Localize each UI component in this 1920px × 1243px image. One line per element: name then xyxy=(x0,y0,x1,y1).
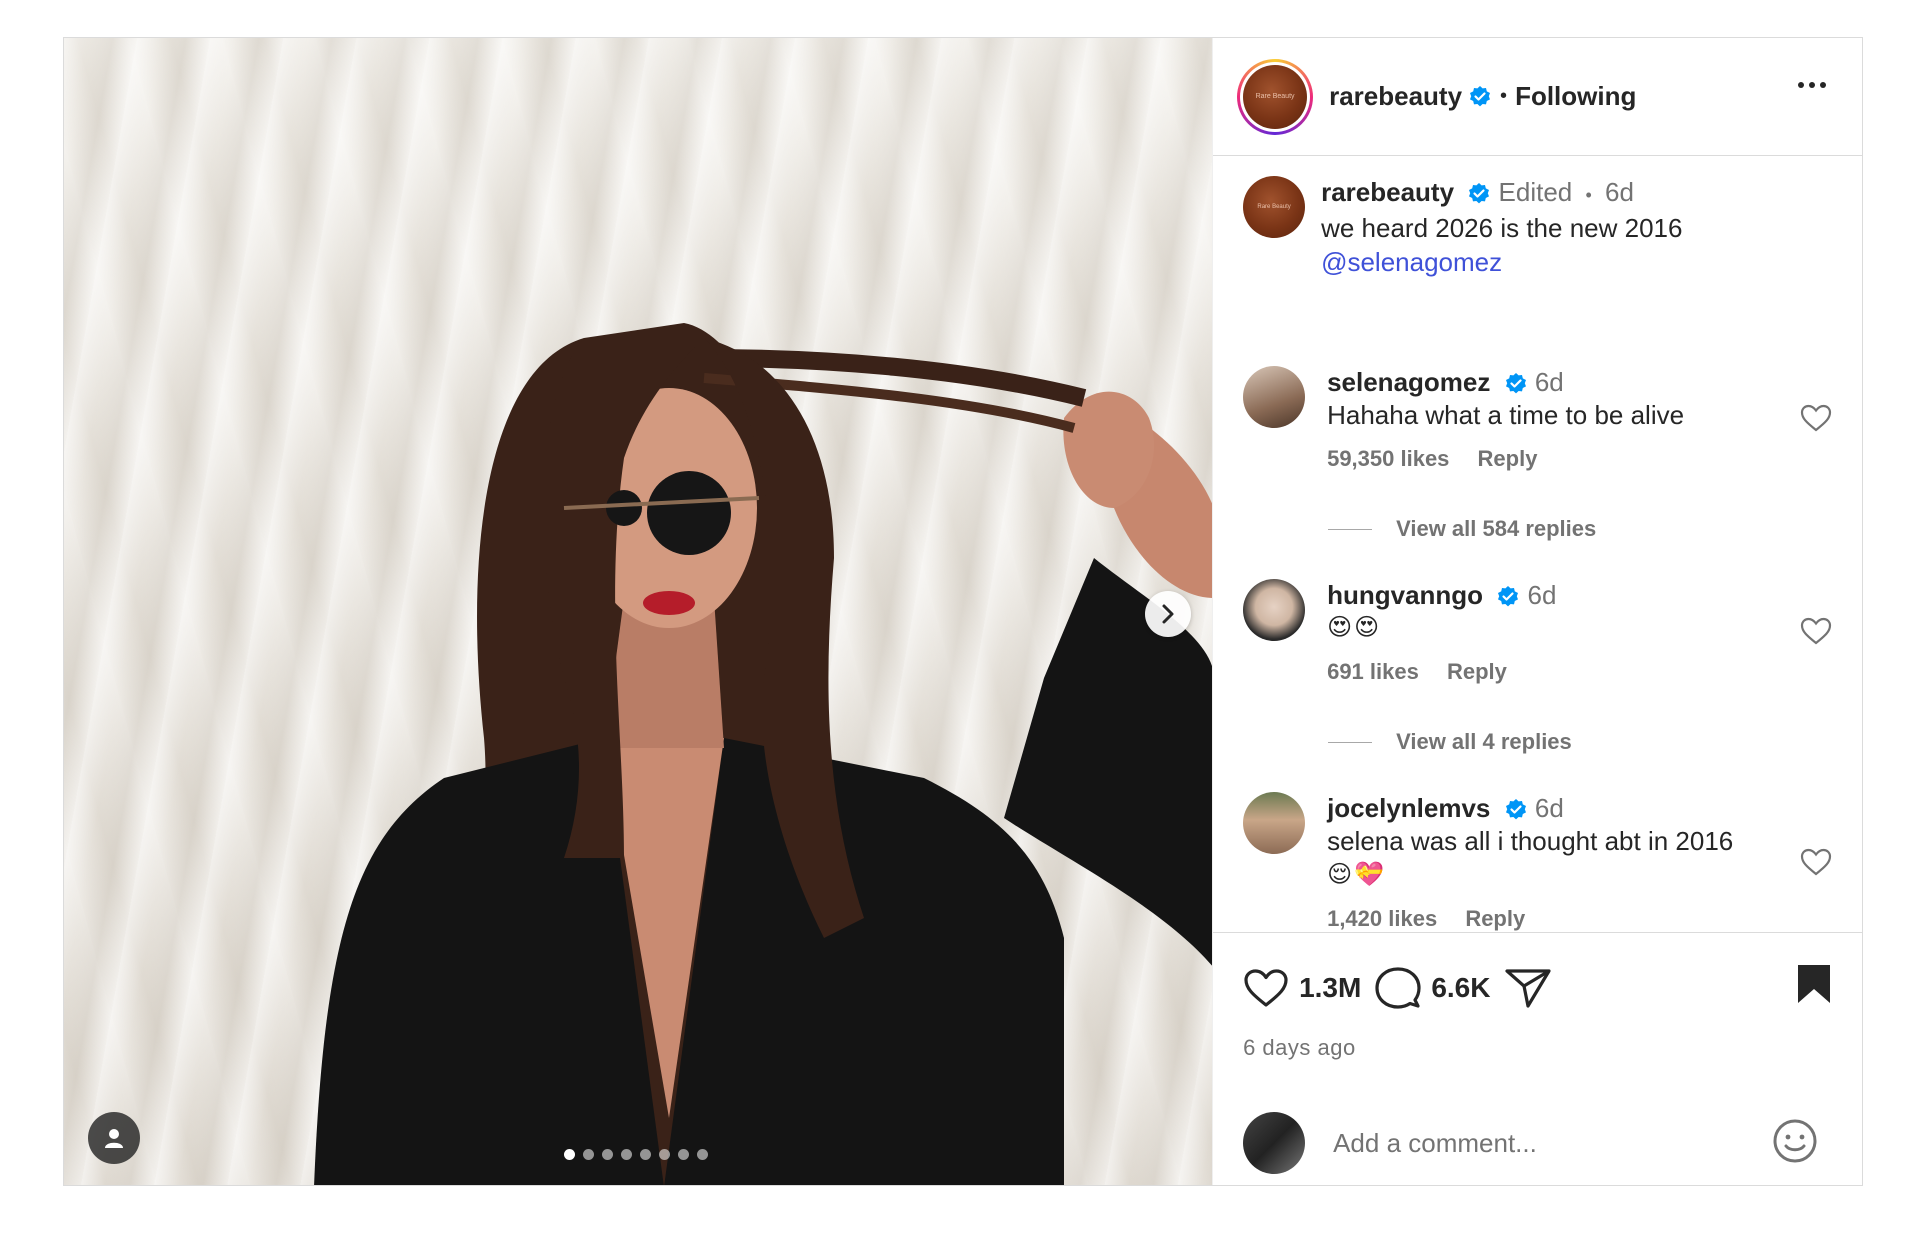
reply-button[interactable]: Reply xyxy=(1465,906,1525,931)
carousel-dot xyxy=(697,1149,708,1160)
comment-username[interactable]: hungvanngo xyxy=(1327,580,1483,610)
comment-time: 6d xyxy=(1534,793,1564,823)
caption-time: 6d xyxy=(1605,177,1634,207)
header-separator: • xyxy=(1500,85,1508,107)
view-replies-button[interactable]: View all 4 replies xyxy=(1328,729,1572,755)
following-button[interactable]: Following xyxy=(1515,81,1636,112)
action-bar: 1.3M 6.6K xyxy=(1213,933,1862,1013)
post-card: Rare Beauty rarebeauty • Following Rare … xyxy=(63,37,1863,1186)
carousel-dot xyxy=(621,1149,632,1160)
avatar[interactable] xyxy=(1243,579,1306,641)
comment-likes[interactable]: 691 likes xyxy=(1327,659,1419,684)
comment-time: 6d xyxy=(1527,580,1557,610)
comments-list: Rare Beauty rarebeauty Edited • 6d we he… xyxy=(1213,156,1862,956)
carousel-dot xyxy=(678,1149,689,1160)
bookmark-icon xyxy=(1798,965,1830,1003)
heart-icon[interactable] xyxy=(1800,848,1832,876)
share-button[interactable] xyxy=(1504,967,1552,1009)
like-count[interactable]: 1.3M xyxy=(1299,972,1361,1004)
verified-badge-icon xyxy=(1498,586,1519,607)
post-header: Rare Beauty rarebeauty • Following xyxy=(1213,38,1862,156)
emoji-button[interactable] xyxy=(1772,1118,1818,1169)
carousel-dot xyxy=(602,1149,613,1160)
post-side-panel: Rare Beauty rarebeauty • Following Rare … xyxy=(1212,38,1862,1185)
post-footer: 1.3M 6.6K 6 days ago Add a comment... xyxy=(1213,932,1862,1174)
next-slide-button[interactable] xyxy=(1145,591,1191,637)
heart-icon[interactable] xyxy=(1800,617,1832,645)
carousel-dot xyxy=(640,1149,651,1160)
verified-badge-icon xyxy=(1469,183,1490,204)
edited-label: Edited xyxy=(1498,177,1573,207)
comment-time: 6d xyxy=(1534,367,1564,397)
caption-mention[interactable]: @selenagomez xyxy=(1321,245,1772,279)
comment-composer xyxy=(1213,1103,1862,1183)
comment-icon xyxy=(1375,967,1421,1009)
story-ring[interactable]: Rare Beauty xyxy=(1237,58,1314,135)
comment-username[interactable]: jocelynlemvs xyxy=(1327,793,1490,823)
view-replies-button[interactable]: View all 584 replies xyxy=(1328,516,1596,542)
heart-icon xyxy=(1244,969,1288,1007)
emoji-icon xyxy=(1773,1119,1817,1162)
user-tag-icon xyxy=(105,1129,123,1148)
comment-input[interactable] xyxy=(1331,1126,1756,1160)
author-username[interactable]: rarebeauty xyxy=(1329,81,1462,112)
avatar[interactable] xyxy=(1243,1112,1306,1174)
post-photo xyxy=(314,323,1213,1185)
verified-badge-icon xyxy=(1505,373,1526,394)
carousel-dot xyxy=(583,1149,594,1160)
tagged-users-button[interactable] xyxy=(88,1112,140,1164)
view-replies-label: View all 4 replies xyxy=(1396,729,1572,754)
avatar[interactable]: Rare Beauty xyxy=(1243,176,1306,238)
comment-likes[interactable]: 1,420 likes xyxy=(1327,906,1437,931)
save-button[interactable] xyxy=(1796,963,1832,1010)
view-replies-label: View all 584 replies xyxy=(1396,516,1597,541)
comment-text: 😍😍 xyxy=(1327,614,1382,641)
comment-username[interactable]: selenagomez xyxy=(1327,367,1490,397)
verified-badge-icon xyxy=(1470,85,1491,106)
comment-likes[interactable]: 59,350 likes xyxy=(1327,446,1449,471)
caption-username[interactable]: rarebeauty xyxy=(1321,177,1454,207)
post-media[interactable] xyxy=(64,38,1213,1185)
reply-button[interactable]: Reply xyxy=(1478,446,1538,471)
avatar: Rare Beauty xyxy=(1243,64,1308,129)
carousel-dot xyxy=(659,1149,670,1160)
comment-count[interactable]: 6.6K xyxy=(1431,972,1490,1004)
comment-text: Hahaha what a time to be alive xyxy=(1327,400,1685,430)
reply-button[interactable]: Reply xyxy=(1447,659,1507,684)
avatar[interactable] xyxy=(1243,366,1306,428)
comment-button[interactable] xyxy=(1375,966,1421,1010)
heart-icon[interactable] xyxy=(1800,404,1832,432)
like-button[interactable] xyxy=(1243,968,1289,1008)
share-icon xyxy=(1505,969,1552,1008)
comment-text: selena was all i thought abt in 2016 xyxy=(1327,826,1734,856)
caption-dot: • xyxy=(1585,185,1592,205)
caption-text: we heard 2026 is the new 2016 xyxy=(1321,213,1683,243)
carousel-indicator xyxy=(564,1149,708,1160)
post-timestamp: 6 days ago xyxy=(1243,1035,1356,1060)
comment-text-emoji: 😌💝 xyxy=(1327,861,1386,888)
carousel-dot xyxy=(564,1149,575,1160)
more-options-icon[interactable] xyxy=(1798,82,1826,88)
avatar[interactable] xyxy=(1243,792,1306,854)
verified-badge-icon xyxy=(1505,799,1526,820)
chevron-right-icon xyxy=(1162,604,1174,624)
